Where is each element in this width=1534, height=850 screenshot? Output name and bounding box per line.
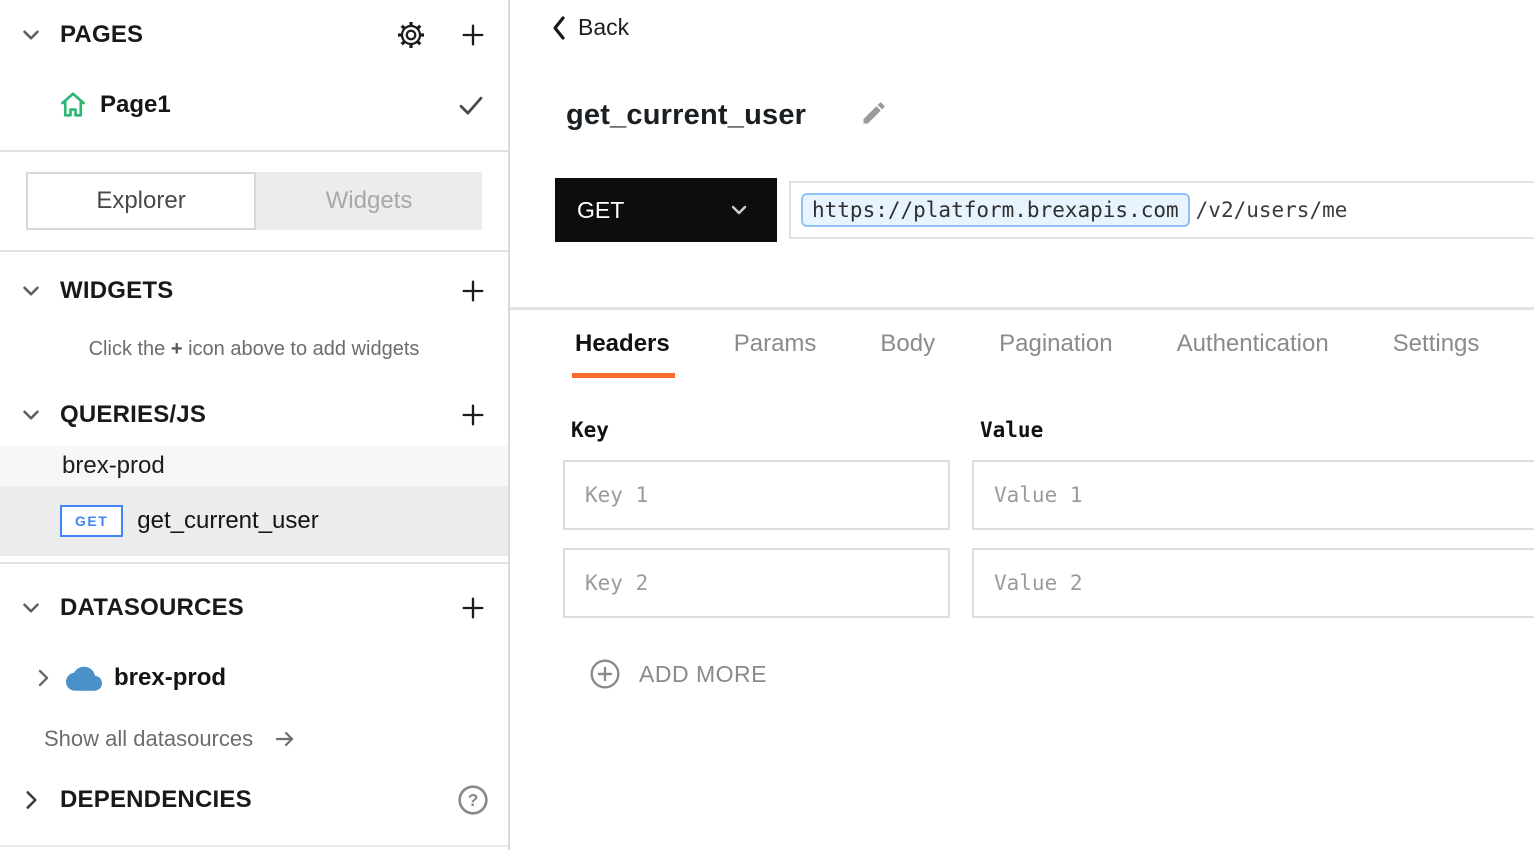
arrow-right-icon — [271, 727, 299, 751]
explorer-sidebar: PAGES — [0, 0, 510, 850]
header-row-1 — [563, 460, 1534, 530]
page-name: Page1 — [100, 91, 171, 119]
show-all-label: Show all datasources — [44, 726, 253, 752]
key-2-input[interactable] — [563, 548, 950, 618]
widgets-empty-hint: Click the + icon above to add widgets — [0, 336, 508, 362]
help-icon[interactable]: ? — [456, 783, 490, 817]
datasources-section-header: DATASOURCES — [0, 586, 508, 630]
chevron-left-icon — [550, 15, 568, 41]
tab-widgets[interactable]: Widgets — [256, 172, 482, 230]
home-icon — [56, 88, 90, 122]
divider — [0, 562, 508, 564]
key-column-header: Key — [563, 418, 972, 442]
key-1-input[interactable] — [563, 460, 950, 530]
queries-section-header: QUERIES/JS — [0, 392, 508, 438]
plus-circle-icon — [589, 658, 621, 690]
dependencies-section-title: DEPENDENCIES — [60, 786, 252, 814]
app-window: PAGES — [0, 0, 1534, 850]
query-title: get_current_user — [566, 99, 806, 132]
add-page-icon[interactable] — [456, 18, 490, 52]
add-datasource-icon[interactable] — [456, 591, 490, 625]
tab-pagination[interactable]: Pagination — [999, 330, 1112, 378]
chevron-down-icon[interactable] — [14, 398, 48, 432]
http-method-value: GET — [577, 197, 624, 224]
back-label: Back — [578, 14, 629, 41]
url-base-highlight: https://platform.brexapis.com — [801, 193, 1190, 227]
query-editor-pane: Back get_current_user GET https://platfo… — [510, 0, 1534, 850]
datasource-name: brex-prod — [114, 664, 226, 692]
queries-section-title: QUERIES/JS — [60, 401, 206, 429]
sidebar-item-page1[interactable]: Page1 — [0, 82, 508, 128]
gear-icon[interactable] — [394, 18, 428, 52]
chevron-down-icon[interactable] — [14, 18, 48, 52]
check-icon — [454, 88, 488, 122]
tab-explorer[interactable]: Explorer — [26, 172, 256, 230]
add-query-icon[interactable] — [456, 398, 490, 432]
widgets-section-header: WIDGETS — [0, 268, 508, 314]
cloud-icon — [66, 665, 102, 691]
query-title-row: get_current_user — [566, 99, 1534, 132]
http-method-dropdown[interactable]: GET — [555, 178, 777, 242]
url-path: /v2/users/me — [1196, 198, 1348, 222]
get-method-badge: GET — [60, 505, 123, 537]
url-input[interactable]: https://platform.brexapis.com /v2/users/… — [789, 181, 1534, 239]
request-url-row: GET https://platform.brexapis.com /v2/us… — [555, 178, 1534, 242]
tab-authentication[interactable]: Authentication — [1177, 330, 1329, 378]
show-all-datasources-link[interactable]: Show all datasources — [0, 726, 508, 752]
dependencies-section-header: DEPENDENCIES ? — [0, 778, 508, 822]
divider — [510, 307, 1534, 310]
chevron-down-icon — [727, 198, 751, 222]
chevron-right-icon[interactable] — [14, 783, 48, 817]
query-group-label: brex-prod — [62, 452, 165, 480]
datasource-item-brex-prod[interactable]: brex-prod — [0, 658, 508, 698]
chevron-down-icon[interactable] — [14, 274, 48, 308]
header-row-2 — [563, 548, 1534, 618]
query-group-brex-prod[interactable]: brex-prod — [0, 446, 508, 486]
back-button[interactable]: Back — [550, 14, 670, 41]
add-more-button[interactable]: ADD MORE — [589, 658, 819, 690]
widgets-section-title: WIDGETS — [60, 277, 173, 305]
tab-settings[interactable]: Settings — [1393, 330, 1480, 378]
query-item-get-current-user[interactable]: GET get_current_user — [0, 486, 508, 556]
add-more-label: ADD MORE — [639, 661, 767, 688]
tab-params[interactable]: Params — [734, 330, 817, 378]
divider — [0, 250, 508, 252]
explorer-widgets-switch: Explorer Widgets — [26, 172, 482, 230]
value-column-header: Value — [972, 418, 1043, 442]
divider — [0, 845, 508, 847]
query-name: get_current_user — [137, 507, 318, 535]
add-widget-icon[interactable] — [456, 274, 490, 308]
datasources-section-title: DATASOURCES — [60, 594, 244, 622]
pages-section-title: PAGES — [60, 21, 143, 49]
divider — [0, 150, 508, 152]
tab-body[interactable]: Body — [880, 330, 935, 378]
value-2-input[interactable] — [972, 548, 1534, 618]
chevron-down-icon[interactable] — [14, 591, 48, 625]
headers-form: Key Value ADD MORE — [563, 418, 1534, 690]
tab-headers[interactable]: Headers — [575, 330, 670, 378]
request-config-tabs: Headers Params Body Pagination Authentic… — [575, 330, 1534, 378]
edit-name-icon[interactable] — [860, 99, 888, 132]
svg-text:?: ? — [468, 790, 479, 810]
pages-section-header: PAGES — [0, 12, 508, 58]
value-1-input[interactable] — [972, 460, 1534, 530]
chevron-right-icon[interactable] — [26, 661, 60, 695]
